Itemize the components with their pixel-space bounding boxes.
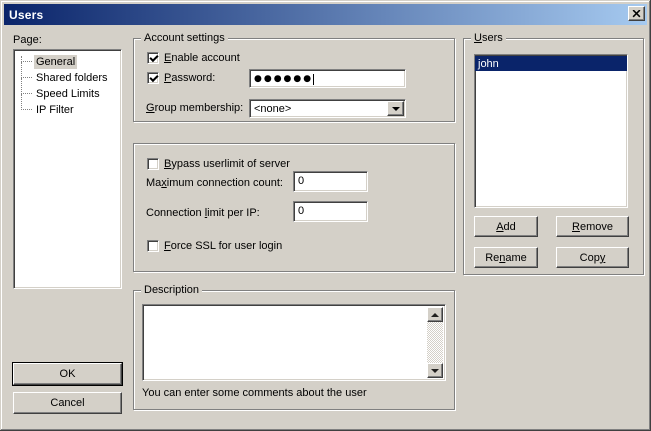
arrow-up-icon: [431, 313, 439, 317]
force-ssl-checkbox[interactable]: [147, 240, 159, 252]
window-title: Users: [4, 8, 43, 22]
force-ssl-label: Force SSL for user login: [164, 240, 282, 253]
max-connections-label: Maximum connection count:: [146, 177, 283, 190]
users-listbox[interactable]: john: [474, 54, 628, 208]
bypass-userlimit-checkbox[interactable]: [147, 158, 159, 170]
users-dialog: Users Page: GeneralShared foldersSpeed L…: [0, 0, 651, 431]
password-checkbox[interactable]: [147, 72, 159, 84]
ip-limit-label: Connection limit per IP:: [146, 207, 260, 220]
limits-group: Bypass userlimit of server Maximum conne…: [133, 143, 455, 272]
description-caption: Description: [141, 284, 202, 297]
password-label: Password:: [164, 72, 215, 85]
group-membership-select[interactable]: <none>: [249, 99, 406, 118]
combo-dropdown-button[interactable]: [387, 101, 404, 116]
vertical-scrollbar[interactable]: [427, 307, 443, 378]
max-connections-input[interactable]: 0: [293, 171, 368, 192]
ip-limit-input[interactable]: 0: [293, 201, 368, 222]
copy-user-button[interactable]: Copy: [556, 247, 629, 268]
scroll-up-button[interactable]: [427, 307, 443, 322]
group-membership-label: Group membership:: [146, 102, 243, 115]
bypass-userlimit-label: Bypass userlimit of server: [164, 158, 290, 171]
account-settings-group: Account settings Enable account Password…: [133, 38, 455, 122]
remove-user-button[interactable]: Remove: [556, 216, 629, 237]
chevron-down-icon: [392, 107, 400, 111]
close-button[interactable]: [628, 6, 645, 21]
cancel-button[interactable]: Cancel: [13, 392, 122, 414]
scroll-down-button[interactable]: [427, 363, 443, 378]
user-list-item[interactable]: john: [475, 56, 627, 71]
rename-user-button[interactable]: Rename: [474, 247, 538, 268]
arrow-down-icon: [431, 369, 439, 373]
ok-button[interactable]: OK: [13, 363, 122, 385]
page-tree[interactable]: GeneralShared foldersSpeed LimitsIP Filt…: [13, 49, 122, 289]
enable-account-checkbox[interactable]: [147, 52, 159, 64]
account-settings-caption: Account settings: [141, 32, 228, 45]
users-caption: Users: [471, 32, 506, 45]
page-label: Page:: [13, 34, 42, 47]
text-caret: [313, 74, 314, 85]
description-textarea[interactable]: [142, 304, 446, 381]
enable-account-label: Enable account: [164, 52, 240, 65]
titlebar: Users: [4, 4, 647, 25]
page-tree-item[interactable]: IP Filter: [14, 102, 121, 118]
description-hint: You can enter some comments about the us…: [142, 387, 367, 400]
description-group: Description You can enter some comments …: [133, 290, 455, 410]
password-input[interactable]: ●●●●●●: [249, 69, 406, 88]
users-group: Users john Add Remove Rename Copy: [463, 38, 644, 275]
add-user-button[interactable]: Add: [474, 216, 538, 237]
close-icon: [632, 10, 641, 18]
